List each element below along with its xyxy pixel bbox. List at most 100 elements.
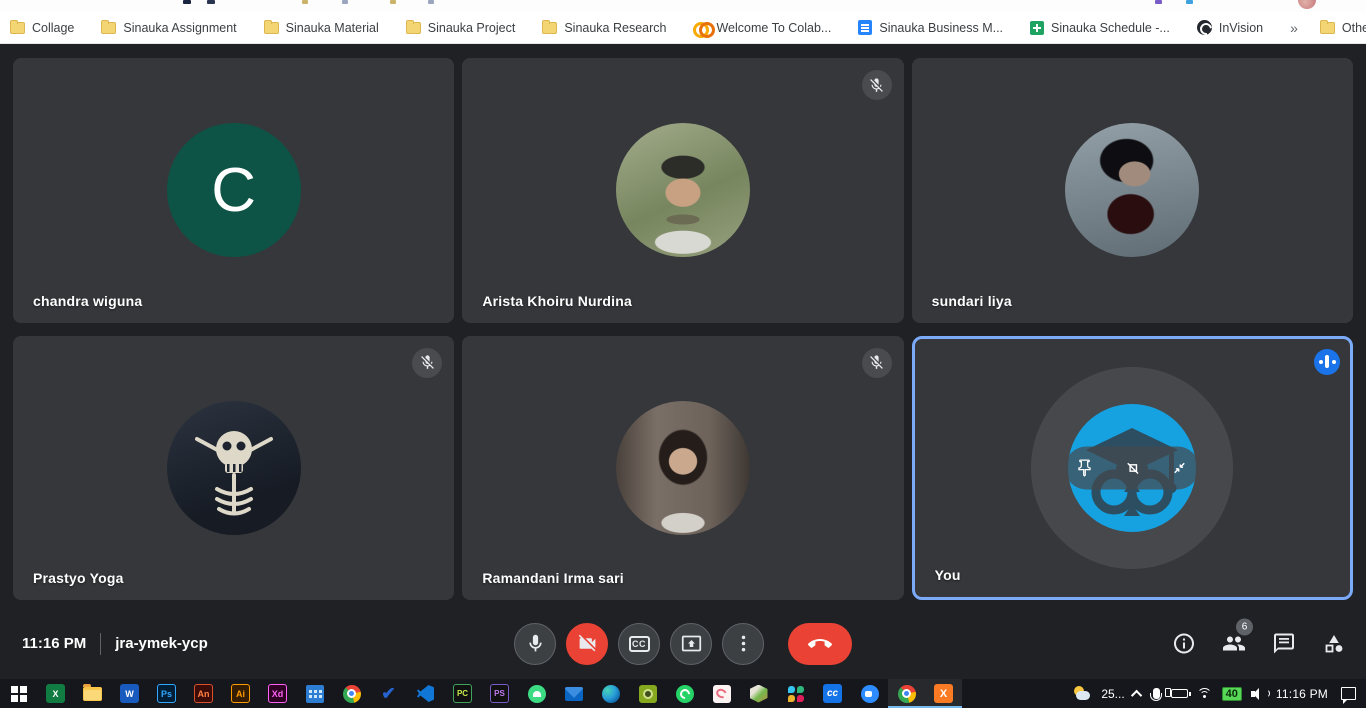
file-explorer-icon [83, 687, 102, 701]
bookmarks-overflow-chevron-icon[interactable]: » [1290, 20, 1298, 36]
illustrator-icon: Ai [231, 684, 250, 703]
taskbar-calendar[interactable] [296, 679, 333, 708]
bookmark-invision[interactable]: InVision [1197, 20, 1263, 35]
taskbar-photoshop[interactable]: Ps [148, 679, 185, 708]
bookmark-colab[interactable]: Welcome To Colab... [693, 21, 831, 35]
bookmark-sinauka-business[interactable]: Sinauka Business M... [858, 20, 1003, 35]
adobe-xd-icon: Xd [268, 684, 287, 703]
participant-name: You [935, 567, 961, 583]
taskbar-vscode[interactable] [407, 679, 444, 708]
captions-button[interactable]: CC [618, 623, 660, 665]
participant-tile-ramandani[interactable]: Ramandani Irma sari [462, 336, 903, 601]
activities-button[interactable] [1321, 631, 1346, 656]
captions-icon: CC [629, 636, 650, 652]
mic-icon [525, 633, 546, 654]
taskbar-slack[interactable] [777, 679, 814, 708]
mic-muted-badge [412, 348, 442, 378]
chat-button[interactable] [1271, 631, 1296, 656]
taskbar-illustrator[interactable]: Ai [222, 679, 259, 708]
participant-tile-you[interactable]: You [912, 336, 1353, 601]
pin-icon[interactable] [1075, 458, 1094, 477]
colab-icon [693, 22, 709, 33]
taskbar-word[interactable]: W [111, 679, 148, 708]
divider [100, 633, 101, 655]
participant-name: sundari liya [932, 293, 1012, 309]
participant-tile-chandra-wiguna[interactable]: C chandra wiguna [13, 58, 454, 323]
taskbar-creative-cloud[interactable]: cc [814, 679, 851, 708]
participant-tile-sundari[interactable]: sundari liya [912, 58, 1353, 323]
tray-clock[interactable]: 11:16 PM [1276, 687, 1328, 701]
word-icon: W [120, 684, 139, 703]
bookmark-collage[interactable]: Collage [10, 21, 74, 35]
taskbar-excel[interactable]: X [37, 679, 74, 708]
taskbar-zoom[interactable] [851, 679, 888, 708]
bookmark-sinauka-project[interactable]: Sinauka Project [406, 21, 516, 35]
bookmark-sinauka-material[interactable]: Sinauka Material [264, 21, 379, 35]
audio-level-indicator [1314, 349, 1340, 375]
camera-off-button[interactable] [566, 623, 608, 665]
skeleton-art [167, 401, 301, 535]
taskbar-todo[interactable]: ✔ [370, 679, 407, 708]
folder-icon [101, 22, 116, 34]
google-docs-icon [858, 20, 872, 35]
taskbar-droidcam[interactable] [629, 679, 666, 708]
taskbar-phpstorm[interactable]: PS [481, 679, 518, 708]
droidcam-icon [639, 685, 657, 703]
meeting-details-button[interactable] [1171, 631, 1196, 656]
call-controls: CC [514, 623, 852, 665]
bookmark-label: Sinauka Material [286, 21, 379, 35]
taskbar-animate[interactable]: An [185, 679, 222, 708]
taskbar-whatsapp[interactable] [666, 679, 703, 708]
bookmark-label: InVision [1219, 21, 1263, 35]
taskbar-hexagon-app[interactable] [740, 679, 777, 708]
taskbar-file-explorer[interactable] [74, 679, 111, 708]
hangup-button[interactable] [788, 623, 852, 665]
action-center-icon[interactable] [1341, 687, 1356, 700]
folder-icon [406, 22, 421, 34]
tray-temperature[interactable]: 25... [1101, 687, 1124, 701]
weather-icon[interactable] [1072, 686, 1092, 702]
avatar [1065, 123, 1199, 257]
taskbar-sketch-app[interactable] [703, 679, 740, 708]
tray-battery-icon[interactable] [1171, 689, 1188, 698]
more-options-button[interactable] [722, 623, 764, 665]
activities-icon [1322, 632, 1346, 656]
participant-name: Ramandani Irma sari [482, 570, 624, 586]
taskbar-pycharm[interactable]: PC [444, 679, 481, 708]
other-bookmarks-button[interactable]: Other bookmarks [1320, 21, 1366, 35]
taskbar-edge[interactable] [592, 679, 629, 708]
mic-muted-badge [862, 348, 892, 378]
browser-top-strip [0, 0, 1366, 12]
tray-mic-icon[interactable] [1153, 688, 1160, 699]
participant-tile-prastyo[interactable]: Prastyo Yoga [13, 336, 454, 601]
thumbnail-off-icon[interactable] [1123, 458, 1142, 477]
avatar [167, 401, 301, 535]
mic-button[interactable] [514, 623, 556, 665]
taskbar-chrome-active[interactable] [888, 679, 925, 708]
bookmark-sinauka-schedule[interactable]: Sinauka Schedule -... [1030, 21, 1170, 35]
bookmark-sinauka-research[interactable]: Sinauka Research [542, 21, 666, 35]
edge-icon [602, 685, 620, 703]
present-button[interactable] [670, 623, 712, 665]
tray-wifi-icon[interactable] [1197, 688, 1213, 700]
taskbar-chrome[interactable] [333, 679, 370, 708]
browser-profile-avatar[interactable] [1298, 0, 1316, 9]
battery-percent-badge[interactable]: 40 [1222, 687, 1242, 701]
start-button[interactable] [0, 679, 37, 708]
ui-fragment [1155, 0, 1162, 4]
participants-button[interactable]: 6 [1221, 631, 1246, 656]
windows-logo-icon [11, 686, 27, 702]
participant-tile-arista[interactable]: Arista Khoiru Nurdina [462, 58, 903, 323]
camera-off-icon [577, 633, 598, 654]
audio-bar [1325, 355, 1329, 368]
info-icon [1172, 632, 1196, 656]
tray-volume-icon[interactable] [1251, 688, 1267, 700]
invision-icon [1197, 20, 1212, 35]
taskbar-android[interactable] [518, 679, 555, 708]
bookmark-sinauka-assignment[interactable]: Sinauka Assignment [101, 21, 236, 35]
taskbar-adobe-xd[interactable]: Xd [259, 679, 296, 708]
taskbar-mail[interactable] [555, 679, 592, 708]
tray-expand-chevron-icon[interactable] [1131, 689, 1142, 700]
taskbar-xampp[interactable]: X [925, 679, 962, 708]
minimize-icon[interactable] [1170, 458, 1189, 477]
